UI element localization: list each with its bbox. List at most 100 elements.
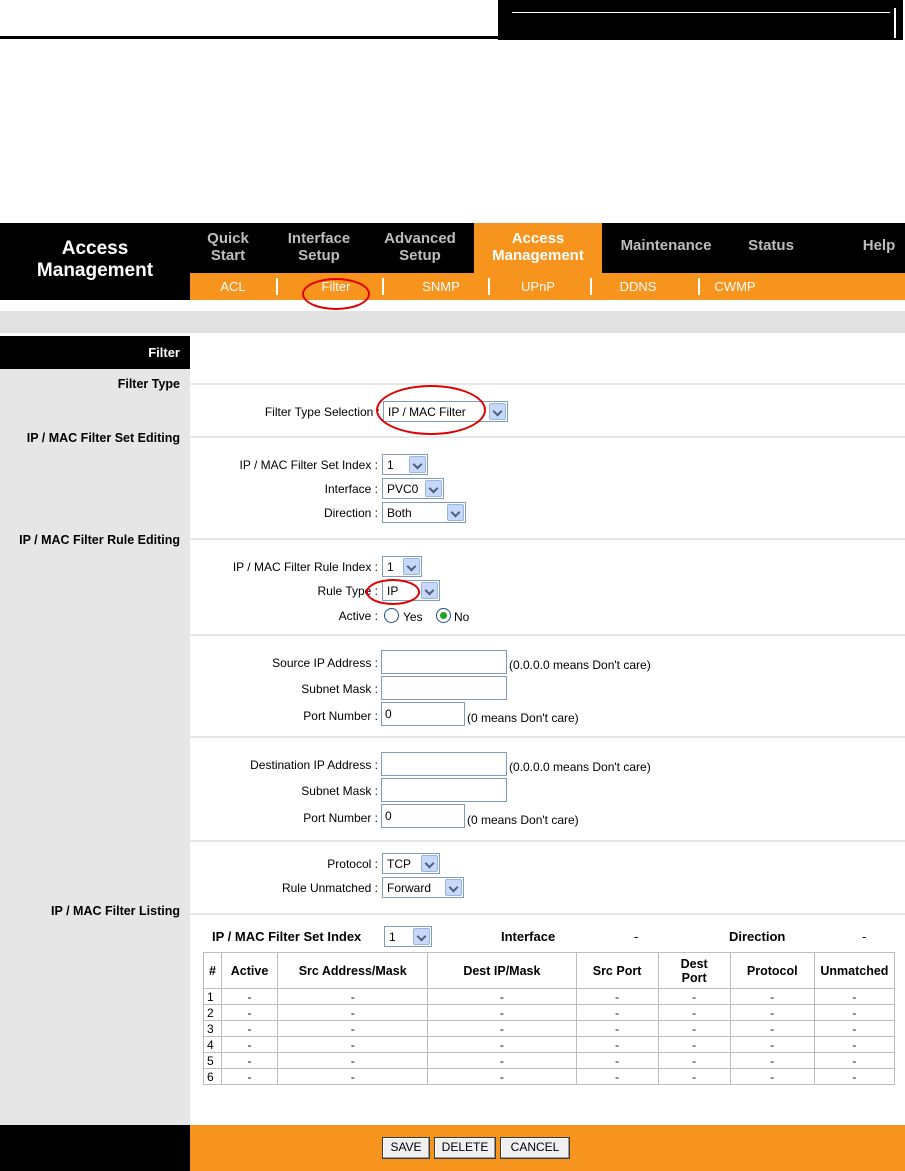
- listing-set-index-select-value: 1: [389, 930, 396, 944]
- rule-unmatched-select[interactable]: Forward: [382, 877, 464, 898]
- source-ip-hint: (0.0.0.0 means Don't care): [509, 658, 651, 672]
- table-cell: -: [575, 988, 659, 1005]
- source-mask-input[interactable]: [381, 676, 507, 700]
- rule-unmatched-label: Rule Unmatched :: [281, 881, 378, 895]
- left-label-column: [0, 336, 190, 1125]
- set-index-label: IP / MAC Filter Set Index :: [239, 458, 379, 472]
- table-cell: -: [277, 1052, 429, 1069]
- table-cell: -: [277, 1068, 429, 1085]
- table-cell: -: [221, 1020, 279, 1037]
- brand-title: Access Management: [0, 223, 190, 300]
- table-row: 6 - - - - - - -: [202, 1068, 896, 1085]
- direction-label: Direction :: [323, 506, 378, 520]
- submenu-acl[interactable]: ACL: [208, 273, 258, 300]
- table-cell: 4: [202, 1036, 223, 1053]
- document-header-rule: [0, 36, 498, 39]
- active-yes-label: Yes: [403, 610, 423, 624]
- chevron-down-icon: [425, 480, 442, 497]
- table-cell: -: [729, 1020, 815, 1037]
- submenu-snmp[interactable]: SNMP: [412, 273, 470, 300]
- submenu-separator: [382, 278, 384, 295]
- table-cell: -: [813, 1068, 896, 1085]
- dest-ip-input[interactable]: [381, 752, 507, 776]
- table-cell: -: [427, 988, 577, 1005]
- protocol-select-value: TCP: [387, 857, 411, 871]
- menu-status[interactable]: Status: [738, 223, 804, 273]
- column-header: Dest IP/Mask: [427, 952, 577, 989]
- router-ui: Access Management Quick Start Interface …: [0, 223, 905, 1171]
- menu-quick-start[interactable]: Quick Start: [198, 223, 258, 273]
- footer-left-block: [0, 1125, 190, 1171]
- menu-advanced-setup[interactable]: Advanced Setup: [376, 223, 464, 273]
- label-filter-type: Filter Type: [117, 377, 180, 391]
- submenu-cwmp[interactable]: CWMP: [704, 273, 766, 300]
- submenu-separator: [590, 278, 592, 295]
- direction-select[interactable]: Both: [382, 502, 466, 523]
- document-header-bar: [498, 0, 903, 40]
- save-button[interactable]: SAVE: [382, 1137, 430, 1159]
- table-cell: -: [277, 988, 429, 1005]
- brand-line-1: Access: [61, 238, 129, 259]
- table-header-row: # Active Src Address/Mask Dest IP/Mask S…: [202, 952, 896, 989]
- menu-access-management[interactable]: Access Management: [474, 223, 602, 273]
- cancel-button[interactable]: CANCEL: [500, 1137, 570, 1159]
- column-header: #: [202, 952, 223, 989]
- dest-port-input[interactable]: 0: [381, 804, 465, 828]
- filter-type-highlight-ring: [376, 385, 486, 435]
- table-cell: 2: [202, 1004, 223, 1021]
- delete-button[interactable]: DELETE: [434, 1137, 496, 1159]
- table-cell: -: [657, 1036, 731, 1053]
- main-menu: Quick Start Interface Setup Advanced Set…: [190, 223, 905, 273]
- table-cell: -: [657, 988, 731, 1005]
- table-cell: -: [575, 1068, 659, 1085]
- divider: [190, 383, 905, 385]
- column-header: Unmatched: [813, 952, 896, 989]
- table-cell: -: [657, 1004, 731, 1021]
- table-cell: -: [575, 1052, 659, 1069]
- dest-mask-label: Subnet Mask :: [301, 784, 378, 798]
- rule-index-select[interactable]: 1: [382, 556, 422, 577]
- dest-ip-label: Destination IP Address :: [250, 758, 378, 772]
- set-index-select[interactable]: 1: [382, 454, 428, 475]
- listing-set-index-select[interactable]: 1: [384, 926, 432, 947]
- table-cell: -: [221, 1036, 279, 1053]
- table-row: 2 - - - - - - -: [202, 1004, 896, 1021]
- chevron-down-icon: [413, 928, 430, 945]
- active-yes-radio[interactable]: [384, 608, 399, 623]
- table-cell: -: [729, 1036, 815, 1053]
- active-label: Active :: [338, 609, 378, 623]
- table-cell: -: [575, 1020, 659, 1037]
- interface-select[interactable]: PVC0: [382, 478, 444, 499]
- active-no-radio[interactable]: [436, 608, 451, 623]
- submenu-ddns[interactable]: DDNS: [610, 273, 666, 300]
- source-ip-input[interactable]: [381, 650, 507, 674]
- filter-type-selection-label: Filter Type Selection :: [264, 405, 380, 419]
- document-header-bar-line: [512, 12, 890, 13]
- table-cell: -: [575, 1004, 659, 1021]
- source-port-hint: (0 means Don't care): [467, 711, 579, 725]
- menu-maintenance[interactable]: Maintenance: [610, 223, 722, 273]
- source-port-input[interactable]: 0: [381, 702, 465, 726]
- column-header: Protocol: [729, 952, 815, 989]
- rule-index-select-value: 1: [387, 560, 394, 574]
- table-row: 1 - - - - - - -: [202, 988, 896, 1005]
- rule-unmatched-select-value: Forward: [387, 881, 432, 895]
- label-set-editing: IP / MAC Filter Set Editing: [26, 431, 180, 445]
- column-header: Src Address/Mask: [277, 952, 429, 989]
- table-cell: -: [427, 1052, 577, 1069]
- listing-direction-label: Direction: [729, 929, 786, 944]
- table-cell: 6: [202, 1068, 223, 1085]
- submenu-upnp[interactable]: UPnP: [510, 273, 566, 300]
- table-cell: -: [813, 1020, 896, 1037]
- menu-help[interactable]: Help: [856, 223, 902, 273]
- document-header-bar-end: [894, 8, 896, 38]
- menu-interface-setup[interactable]: Interface Setup: [278, 223, 360, 273]
- table-cell: -: [427, 1068, 577, 1085]
- protocol-select[interactable]: TCP: [382, 853, 440, 874]
- listing-set-index-label: IP / MAC Filter Set Index: [212, 929, 362, 944]
- table-cell: -: [729, 1052, 815, 1069]
- table-cell: -: [729, 1068, 815, 1085]
- set-index-select-value: 1: [387, 458, 394, 472]
- table-cell: -: [221, 1052, 279, 1069]
- dest-mask-input[interactable]: [381, 778, 507, 802]
